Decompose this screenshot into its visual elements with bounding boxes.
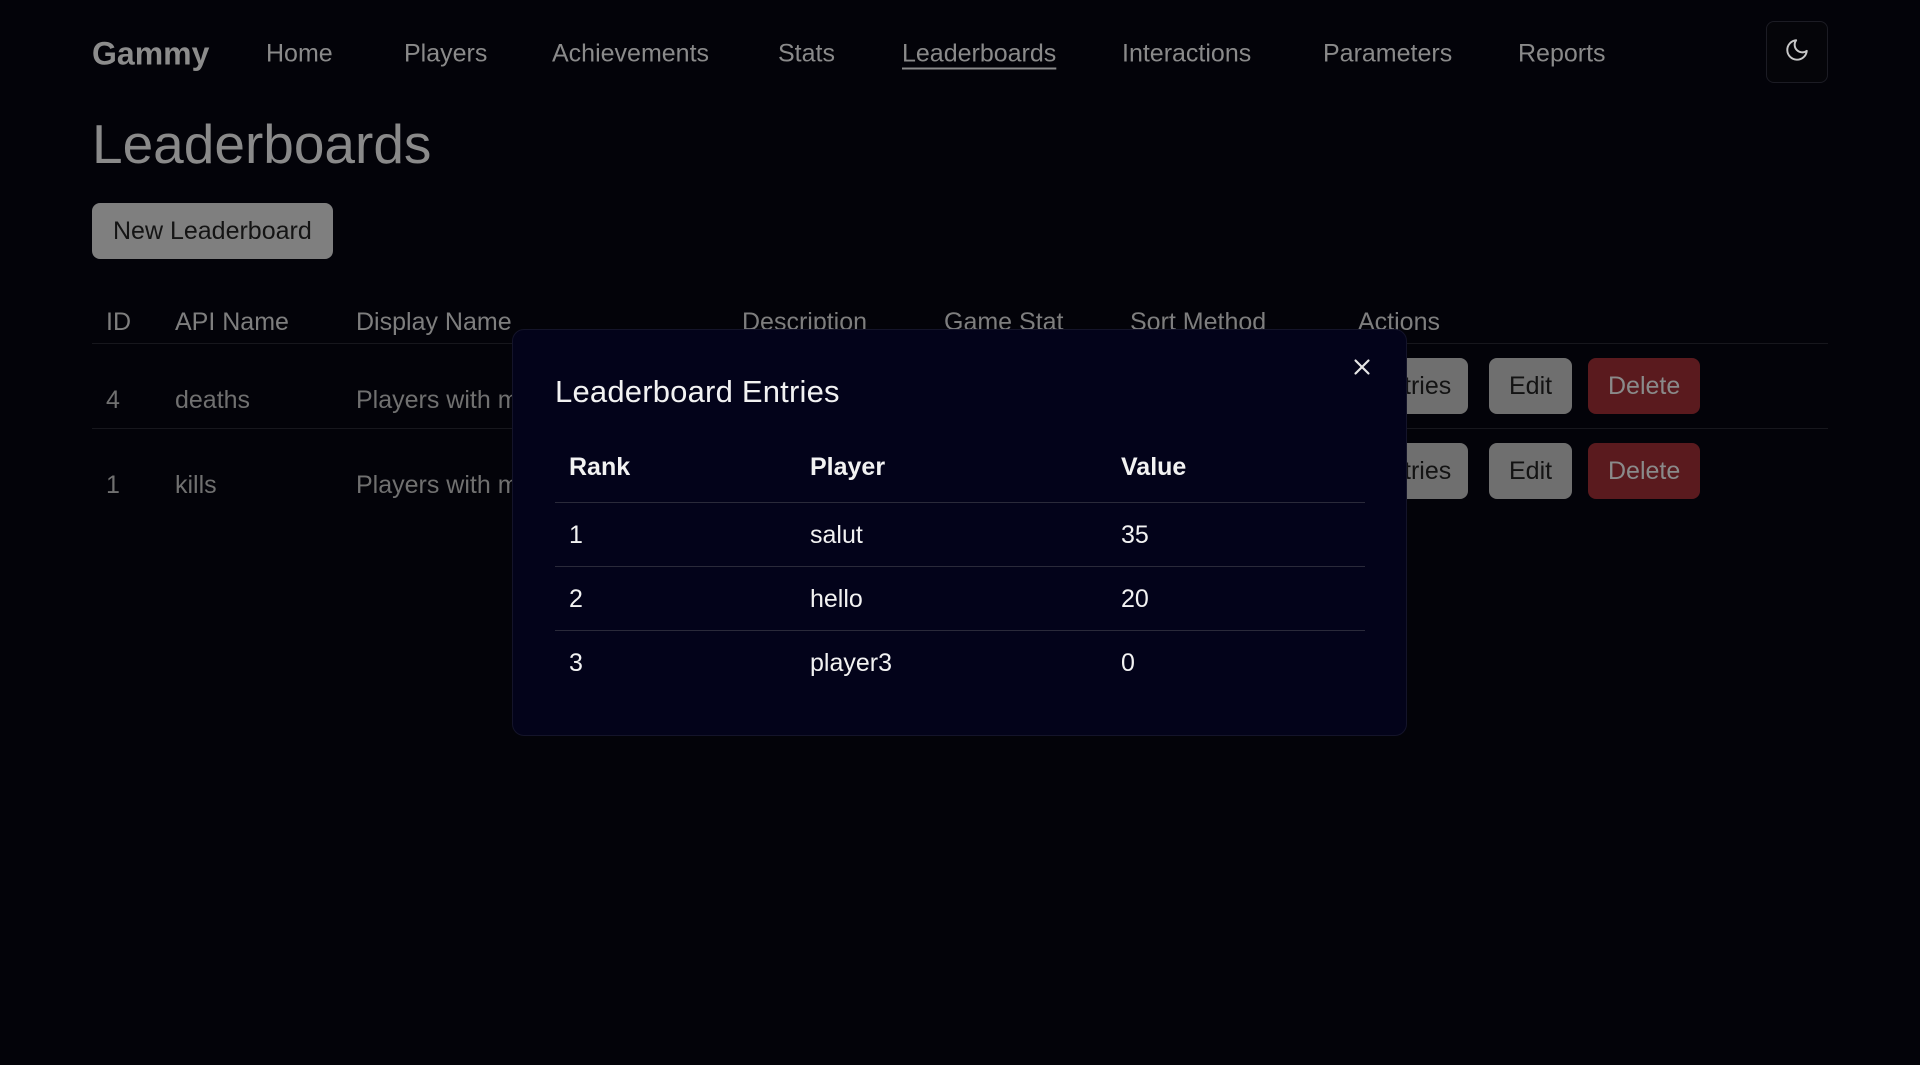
leaderboard-entries-modal: Leaderboard Entries Rank Player Value 1 … xyxy=(512,329,1407,736)
page-title: Leaderboards xyxy=(92,113,432,175)
moon-icon xyxy=(1784,37,1810,68)
nav-link-reports[interactable]: Reports xyxy=(1518,40,1606,69)
column-header-api-name: API Name xyxy=(175,308,289,336)
page: Gammy Home Players Achievements Stats Le… xyxy=(0,0,1920,1065)
edit-button[interactable]: Edit xyxy=(1489,443,1573,499)
modal-column-value: Value xyxy=(1121,453,1187,481)
delete-button[interactable]: Delete xyxy=(1588,443,1701,499)
entry-value: 0 xyxy=(1121,649,1135,677)
theme-toggle-button[interactable] xyxy=(1766,21,1828,83)
nav-link-achievements[interactable]: Achievements xyxy=(552,40,709,69)
modal-row-divider xyxy=(555,630,1365,631)
entry-player: player3 xyxy=(810,649,892,677)
modal-title: Leaderboard Entries xyxy=(555,374,840,409)
cell-id: 1 xyxy=(106,471,120,499)
nav-link-leaderboards[interactable]: Leaderboards xyxy=(902,40,1056,69)
nav-link-home[interactable]: Home xyxy=(266,40,333,69)
entry-value: 20 xyxy=(1121,585,1149,613)
nav-link-players[interactable]: Players xyxy=(404,40,487,69)
entry-player: salut xyxy=(810,521,863,549)
nav-link-parameters[interactable]: Parameters xyxy=(1323,40,1452,69)
top-nav: Gammy Home Players Achievements Stats Le… xyxy=(92,20,1828,86)
modal-column-player: Player xyxy=(810,453,886,481)
edit-button[interactable]: Edit xyxy=(1489,358,1573,414)
new-leaderboard-button[interactable]: New Leaderboard xyxy=(92,203,333,259)
entry-player: hello xyxy=(810,585,863,613)
close-icon[interactable] xyxy=(1349,354,1375,380)
brand-logo[interactable]: Gammy xyxy=(92,36,209,73)
modal-row-divider xyxy=(555,566,1365,567)
cell-display-name: Players with m xyxy=(356,471,519,499)
column-header-id: ID xyxy=(106,308,131,336)
entry-rank: 1 xyxy=(569,521,583,549)
entry-rank: 3 xyxy=(569,649,583,677)
entry-value: 35 xyxy=(1121,521,1149,549)
cell-api-name: kills xyxy=(175,471,217,499)
cell-id: 4 xyxy=(106,386,120,414)
cell-display-name: Players with m xyxy=(356,386,519,414)
entry-rank: 2 xyxy=(569,585,583,613)
nav-link-interactions[interactable]: Interactions xyxy=(1122,40,1251,69)
modal-row-divider xyxy=(555,502,1365,503)
column-header-display-name: Display Name xyxy=(356,308,512,336)
nav-link-stats[interactable]: Stats xyxy=(778,40,835,69)
cell-api-name: deaths xyxy=(175,386,251,414)
modal-column-rank: Rank xyxy=(569,453,631,481)
delete-button[interactable]: Delete xyxy=(1588,358,1701,414)
